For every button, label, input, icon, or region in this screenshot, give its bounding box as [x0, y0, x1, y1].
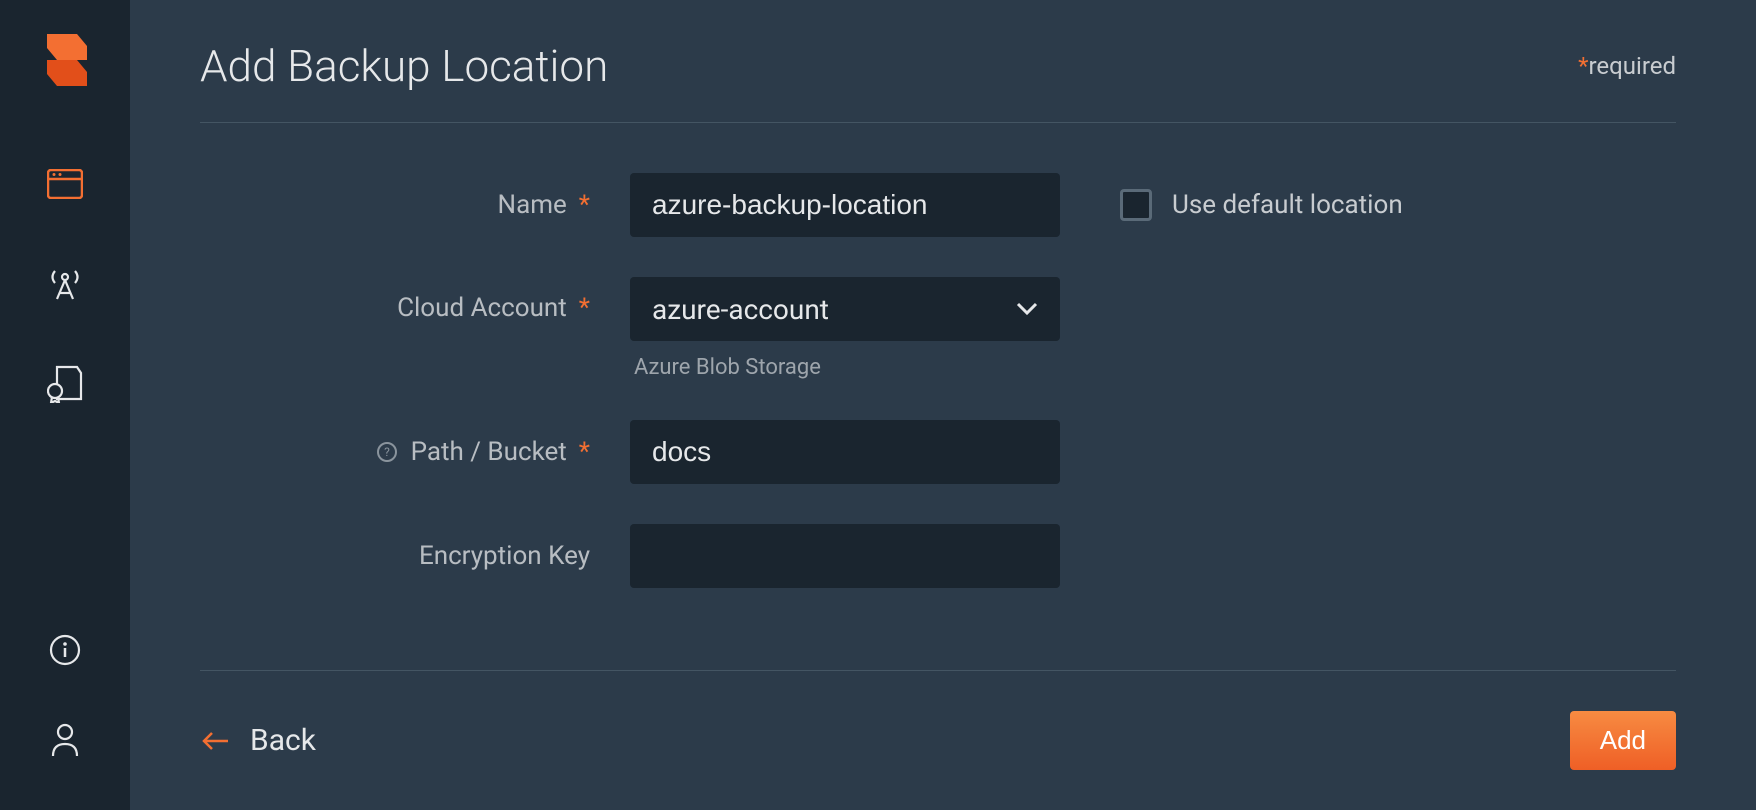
name-input[interactable]: [630, 173, 1060, 237]
nav-network[interactable]: [45, 264, 85, 304]
back-button[interactable]: Back: [200, 723, 316, 758]
required-note: *required: [1578, 52, 1676, 80]
nav-user[interactable]: [45, 720, 85, 760]
nav-dashboard[interactable]: [45, 164, 85, 204]
asterisk-icon: *: [579, 437, 590, 467]
main-content: Add Backup Location *required Name* Use …: [130, 0, 1756, 810]
row-encryption-key: Encryption Key: [200, 524, 1676, 588]
encryption-key-label-text: Encryption Key: [419, 541, 590, 571]
nav-list: [45, 164, 85, 404]
required-text: required: [1588, 52, 1676, 80]
document-badge-icon: [47, 365, 83, 403]
user-icon: [49, 722, 81, 758]
chevron-down-icon: [1016, 302, 1038, 316]
cloud-account-label-text: Cloud Account: [397, 293, 567, 323]
use-default-group: Use default location: [1060, 189, 1403, 221]
row-cloud-account: Cloud Account * azure-account Azure Blob …: [200, 277, 1676, 380]
add-button[interactable]: Add: [1570, 711, 1676, 770]
nav-info[interactable]: [45, 630, 85, 670]
name-label-text: Name: [498, 190, 567, 220]
path-bucket-label-text: Path / Bucket: [411, 437, 567, 467]
asterisk-icon: *: [579, 293, 590, 323]
asterisk-icon: *: [1578, 52, 1588, 80]
row-path-bucket: ? Path / Bucket *: [200, 420, 1676, 484]
page-header: Add Backup Location *required: [200, 40, 1676, 123]
page-title: Add Backup Location: [200, 40, 608, 92]
cloud-account-select[interactable]: azure-account: [630, 277, 1060, 341]
sidebar-bottom: [45, 630, 85, 810]
brand-logo: [41, 30, 89, 94]
cloud-account-hint: Azure Blob Storage: [630, 355, 1060, 380]
antenna-icon: [45, 267, 85, 301]
row-name: Name * Use default location: [200, 173, 1676, 237]
use-default-label: Use default location: [1172, 190, 1403, 220]
use-default-checkbox[interactable]: [1120, 189, 1152, 221]
sidebar: [0, 0, 130, 810]
label-path-bucket: ? Path / Bucket *: [200, 437, 630, 467]
info-icon: [49, 634, 81, 666]
browser-icon: [47, 169, 83, 199]
footer: Back Add: [200, 670, 1676, 770]
cloud-account-value: azure-account: [652, 293, 829, 326]
arrow-left-icon: [200, 730, 230, 752]
help-icon[interactable]: ?: [375, 440, 399, 464]
svg-text:?: ?: [384, 445, 390, 459]
asterisk-icon: *: [579, 190, 590, 220]
label-name: Name *: [200, 190, 630, 220]
form: Name * Use default location Cloud Account…: [200, 123, 1676, 670]
nav-certificates[interactable]: [45, 364, 85, 404]
back-label: Back: [250, 723, 316, 758]
label-encryption-key: Encryption Key: [200, 541, 630, 571]
encryption-key-input[interactable]: [630, 524, 1060, 588]
path-bucket-input[interactable]: [630, 420, 1060, 484]
label-cloud-account: Cloud Account *: [200, 277, 630, 323]
